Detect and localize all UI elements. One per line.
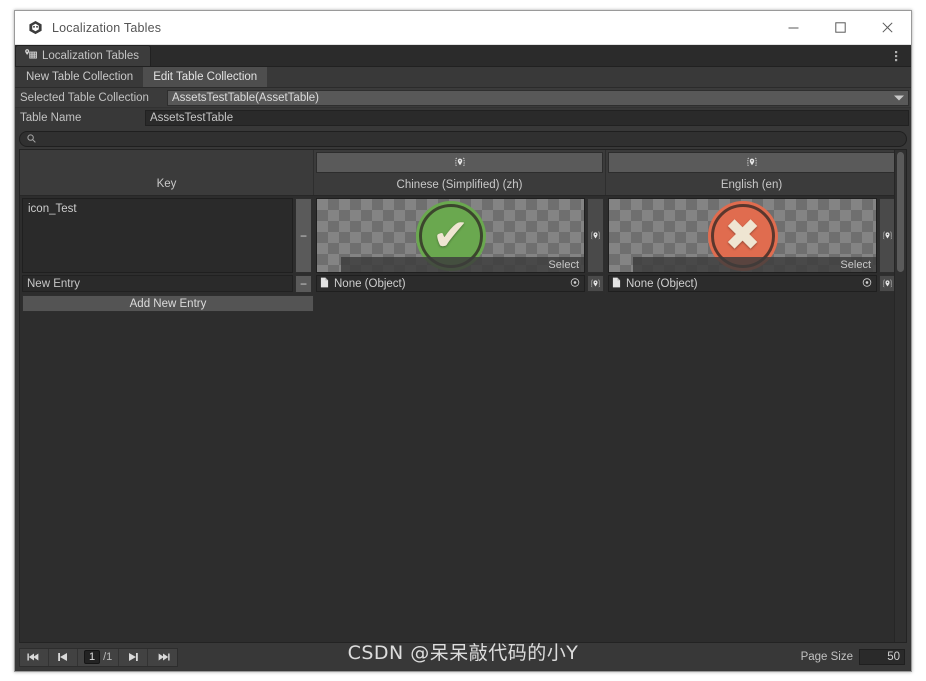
key-input[interactable]: icon_Test (22, 198, 293, 273)
editor-tab-strip: Localization Tables (15, 45, 911, 67)
scrollbar-thumb[interactable] (897, 152, 904, 272)
new-entry-input[interactable]: New Entry (22, 275, 293, 292)
locale-icon[interactable] (316, 152, 603, 173)
column-header-english-label: English (en) (606, 173, 897, 196)
object-field-row: New Entry − None (Object) (20, 274, 906, 294)
select-asset-button[interactable]: Select (633, 257, 876, 272)
object-picker-icon[interactable] (862, 277, 872, 290)
new-entry-value: New Entry (27, 278, 80, 290)
localization-icon (24, 48, 37, 64)
search-input[interactable] (19, 131, 907, 147)
subtab-edit-label: Edit Table Collection (153, 71, 257, 83)
asset-preview-chinese[interactable]: ✔ Select (316, 198, 585, 273)
locale-icon[interactable] (587, 275, 604, 292)
table-name-row: Table Name AssetsTestTable (15, 108, 911, 128)
minimize-button[interactable] (770, 11, 817, 44)
object-field-input-chinese[interactable]: None (Object) (316, 275, 585, 292)
window-body: Localization Tables New Table Collection… (15, 45, 911, 671)
table-collection-subtabs: New Table Collection Edit Table Collecti… (15, 67, 911, 88)
locale-icon[interactable] (587, 198, 604, 273)
column-header-english[interactable]: English (en) (606, 150, 898, 195)
table-name-label: Table Name (17, 112, 145, 124)
subtab-new-table-collection[interactable]: New Table Collection (16, 67, 143, 87)
object-picker-icon[interactable] (570, 277, 580, 290)
tab-label: Localization Tables (42, 50, 139, 62)
key-cell: icon_Test − (20, 196, 314, 274)
add-new-entry-button[interactable]: Add New Entry (22, 295, 314, 312)
page-size-input[interactable]: 50 (859, 649, 905, 665)
asset-preview-english[interactable]: ✖ Select (608, 198, 877, 273)
object-field-english: None (Object) (606, 274, 898, 294)
selected-table-collection-row: Selected Table Collection AssetsTestTabl… (15, 88, 911, 108)
table-row: icon_Test − ✔ Select (20, 196, 906, 274)
localization-tables-window: Localization Tables (14, 10, 912, 672)
asset-cell-english: ✖ Select (606, 196, 898, 274)
selected-collection-label: Selected Table Collection (17, 92, 167, 104)
select-asset-button[interactable]: Select (341, 257, 584, 272)
new-entry-cell: New Entry − (20, 274, 314, 294)
selected-collection-dropdown[interactable]: AssetsTestTable(AssetTable) (167, 90, 909, 106)
asset-cell-chinese: ✔ Select (314, 196, 606, 274)
subtab-edit-table-collection[interactable]: Edit Table Collection (143, 67, 267, 87)
chevron-down-icon (894, 95, 904, 100)
file-icon (320, 277, 329, 291)
page-size-control: Page Size 50 (801, 649, 905, 665)
table-name-value: AssetsTestTable (150, 112, 233, 124)
unity-icon (27, 20, 43, 36)
search-icon (27, 130, 36, 148)
page-number-input[interactable]: 1 (84, 650, 100, 664)
locale-icon[interactable] (608, 152, 895, 173)
page-size-label: Page Size (801, 651, 853, 663)
tab-localization-tables[interactable]: Localization Tables (15, 45, 151, 66)
subtab-new-label: New Table Collection (26, 71, 133, 83)
title-bar: Localization Tables (15, 11, 911, 45)
table-scrollbar[interactable] (894, 150, 906, 642)
window-title: Localization Tables (52, 21, 770, 35)
table-name-input[interactable]: AssetsTestTable (145, 110, 909, 126)
object-field-value: None (Object) (334, 278, 406, 290)
page-total-label: /1 (103, 651, 112, 663)
object-field-value: None (Object) (626, 278, 698, 290)
pagination-controls: 1 /1 (19, 648, 178, 667)
search-bar (15, 128, 911, 149)
previous-page-button[interactable] (49, 649, 78, 666)
column-header-chinese-label: Chinese (Simplified) (zh) (314, 173, 605, 196)
window-controls (770, 11, 911, 44)
table-header: Key Chinese (Simplified) (zh) (20, 150, 906, 196)
first-page-button[interactable] (20, 649, 49, 666)
object-field-input-english[interactable]: None (Object) (608, 275, 877, 292)
remove-new-entry-button[interactable]: − (295, 275, 312, 293)
maximize-button[interactable] (817, 11, 864, 44)
file-icon (612, 277, 621, 291)
next-page-button[interactable] (119, 649, 148, 666)
select-label: Select (840, 259, 871, 271)
object-field-chinese: None (Object) (314, 274, 606, 294)
column-header-key-label: Key (20, 150, 313, 195)
selected-collection-value: AssetsTestTable(AssetTable) (172, 92, 319, 104)
key-value: icon_Test (28, 203, 77, 215)
close-button[interactable] (864, 11, 911, 44)
kebab-menu-icon[interactable] (885, 45, 907, 67)
column-header-key[interactable]: Key (20, 150, 314, 195)
column-header-chinese[interactable]: Chinese (Simplified) (zh) (314, 150, 606, 195)
select-label: Select (548, 259, 579, 271)
localization-table: Key Chinese (Simplified) (zh) (19, 149, 907, 643)
pagination-bar: 1 /1 Page Siz (15, 643, 911, 671)
asset-glyph-cross: ✖ (724, 214, 761, 258)
asset-glyph-check: ✔ (432, 214, 469, 258)
last-page-button[interactable] (148, 649, 177, 666)
page-number-box: 1 /1 (78, 649, 119, 666)
remove-entry-button[interactable]: − (295, 198, 312, 273)
